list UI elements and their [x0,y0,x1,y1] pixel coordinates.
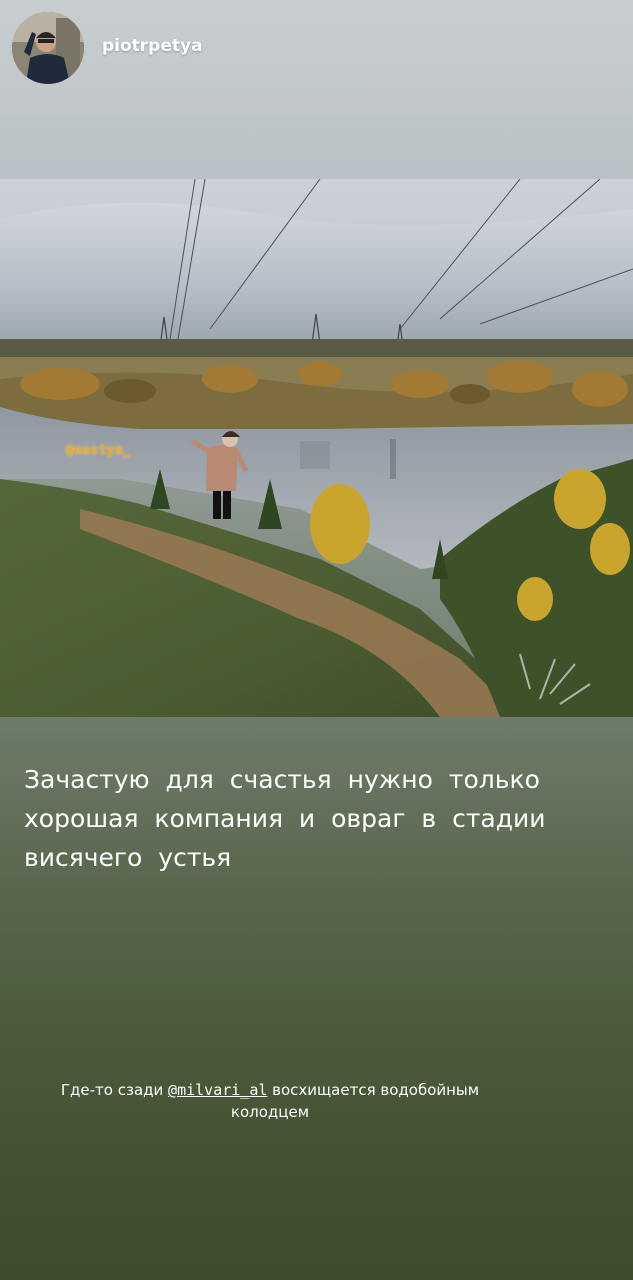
footnote-prefix: Где-то сзади [60,1081,169,1099]
footnote-line: колодцем [230,1103,310,1121]
caption-line: Зачастую для счастья нужно только [24,765,540,794]
story-photo: @nastya_ [0,179,633,717]
story-header: piotrpetya [0,0,633,100]
story-footnote: Где-то сзади @milvari_al восхищается вод… [0,1079,540,1123]
caption-line: хорошая компания и овраг в стадии [24,804,546,833]
avatar-image [12,12,84,84]
avatar[interactable] [12,12,84,84]
footnote-line: Где-то сзади @milvari_al восхищается вод… [0,1079,540,1101]
mention-sticker[interactable]: @nastya_ [66,443,131,458]
story-caption: Зачастую для счастья нужно только хороша… [24,760,614,877]
username[interactable]: piotrpetya [102,36,203,56]
mention-link[interactable]: @milvari_al [168,1081,267,1099]
caption-line: висячего устья [24,843,232,872]
footnote-suffix: восхищается водобойным [267,1081,480,1099]
